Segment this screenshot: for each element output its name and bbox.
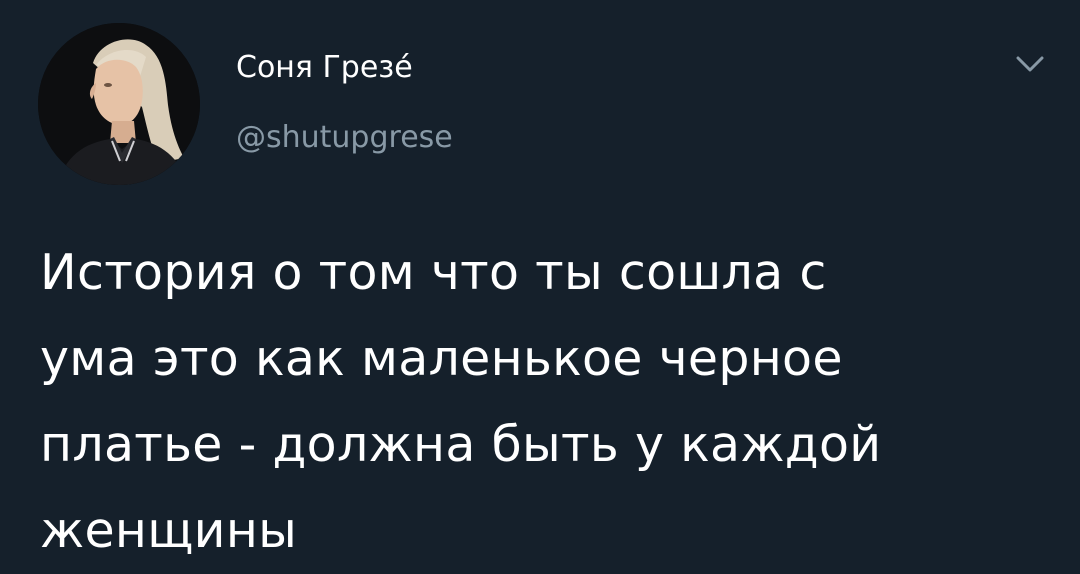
tweet-text-line: ума это как маленькое черное: [40, 330, 843, 387]
tweet-text: История о том что ты сошла с ума это как…: [40, 230, 1050, 574]
tweet-text-line: История о том что ты сошла с: [40, 244, 827, 301]
tweet: Соня Грезе́ @shutupgrese История о том ч…: [0, 0, 1080, 564]
author-handle[interactable]: @shutupgrese: [236, 118, 453, 158]
author-name[interactable]: Соня Грезе́: [236, 48, 413, 88]
tweet-text-line: платье - должна быть у каждой: [40, 416, 882, 473]
avatar-image: [38, 23, 200, 185]
chevron-down-icon[interactable]: [1010, 50, 1050, 80]
tweet-text-line: женщины: [40, 502, 298, 559]
avatar[interactable]: [38, 23, 200, 185]
